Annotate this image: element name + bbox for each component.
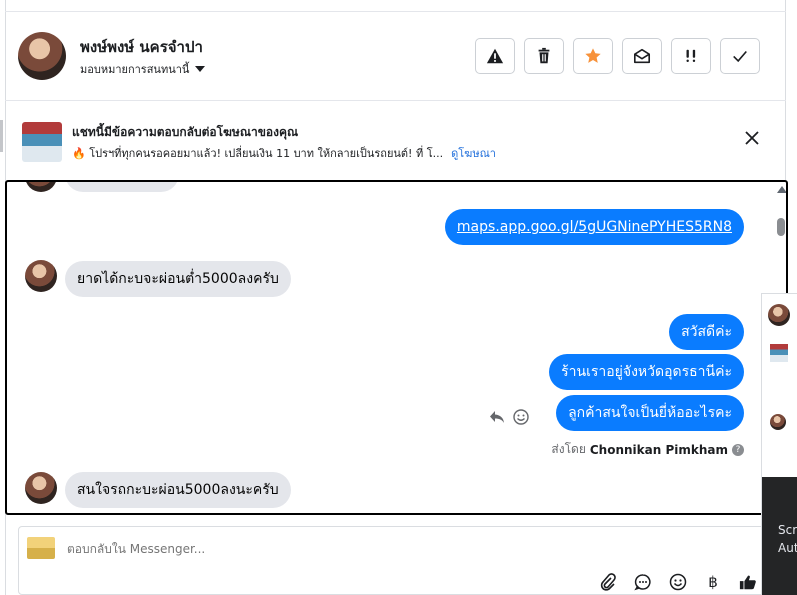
composer-tools: ฿ — [599, 573, 757, 591]
toast-text-line-2: Aut — [778, 541, 797, 555]
saved-replies-icon[interactable] — [634, 573, 652, 591]
avatar — [768, 304, 790, 326]
toast-text-line-1: Scr — [778, 523, 797, 537]
star-button[interactable] — [573, 38, 613, 74]
avatar — [25, 182, 57, 192]
divider — [5, 100, 786, 101]
sent-by-label: ส่งโดย Chonnikan Pimkham ? — [551, 440, 744, 459]
ad-thumbnail — [770, 344, 788, 362]
scroll-up-arrow[interactable] — [777, 186, 786, 193]
message-bubble-incoming[interactable]: ยาดได้กะบจะผ่อนต่ำ5000ลงครับ — [65, 261, 291, 297]
reply-icon[interactable] — [489, 410, 505, 424]
avatar — [25, 472, 57, 504]
view-ad-link[interactable]: ดูโฆษณา — [451, 147, 496, 160]
message-bubble-outgoing[interactable]: maps.app.goo.gl/5gUGNinePYHES5RN8 — [444, 209, 744, 245]
avatar — [770, 414, 786, 430]
conversation-header: พงษ์พงษ์ นครจำปา มอบหมายการสนทนานี้ — [18, 30, 778, 82]
reply-composer: ฿ — [18, 526, 766, 595]
ad-banner-title: แชทนี้มีข้อความตอบกลับต่อโฆษณาของคุณ — [72, 125, 299, 139]
thumbs-up-icon[interactable] — [739, 573, 757, 591]
reply-input[interactable] — [67, 542, 667, 556]
notification-toast[interactable]: Scr Aut — [762, 477, 797, 595]
ad-banner-subtitle: 🔥 โปรฯที่ทุกคนรอคอยมาแล้ว! เปลี่ยนเงิน 1… — [72, 144, 496, 162]
sender-name: Chonnikan Pimkham — [589, 442, 728, 457]
mark-unread-button[interactable] — [622, 38, 662, 74]
message-list[interactable]: maps.app.goo.gl/5gUGNinePYHES5RN8 ยาดได้… — [5, 180, 788, 515]
trash-icon — [538, 47, 550, 64]
page-logo — [27, 537, 55, 559]
ad-text: 🔥 โปรฯที่ทุกคนรอคอยมาแล้ว! เปลี่ยนเงิน 1… — [72, 147, 444, 160]
caret-down-icon — [195, 66, 206, 72]
assign-label: มอบหมายการสนทนานี้ — [80, 63, 190, 76]
ad-thumbnail[interactable] — [22, 122, 62, 162]
avatar[interactable] — [18, 32, 66, 80]
mark-done-button[interactable] — [720, 38, 760, 74]
close-banner-button[interactable] — [742, 128, 762, 148]
message-bubble-outgoing[interactable]: ร้านเราอยู่จังหวัดอุดรธานีค่ะ — [549, 354, 744, 390]
delete-button[interactable] — [524, 38, 564, 74]
avatar — [25, 260, 57, 292]
message-bubble-incoming[interactable]: สนใจรถกะบะผ่อน5000ลงนะครับ — [65, 472, 291, 508]
sent-by-prefix: ส่งโดย — [551, 442, 586, 456]
emoji-react-icon[interactable] — [513, 409, 529, 425]
close-icon — [745, 131, 759, 145]
attachment-icon[interactable] — [599, 573, 617, 591]
done-icon — [733, 50, 747, 63]
emoji-icon[interactable] — [669, 573, 687, 591]
message-bubble-outgoing[interactable]: ลูกค้าสนใจเป็นยี่ห้ออะไรคะ — [556, 395, 744, 431]
header-actions — [475, 38, 760, 74]
payment-icon[interactable]: ฿ — [704, 573, 722, 591]
priority-icon — [686, 49, 696, 62]
scrollbar-thumb[interactable] — [777, 218, 785, 236]
help-icon[interactable]: ? — [732, 443, 744, 456]
ad-reply-banner: แชทนี้มีข้อความตอบกลับต่อโฆษณาของคุณ 🔥 โ… — [22, 120, 767, 164]
message-actions — [489, 409, 529, 425]
mark-spam-button[interactable] — [475, 38, 515, 74]
mark-unread-icon — [633, 48, 651, 64]
panel-resize-handle[interactable] — [0, 120, 3, 152]
star-icon — [585, 48, 601, 63]
warning-icon — [486, 48, 504, 64]
secondary-chat-window[interactable]: Scr Aut — [761, 293, 797, 595]
page: พงษ์พงษ์ นครจำปา มอบหมายการสนทนานี้ แชทน… — [0, 0, 797, 595]
message-bubble-incoming[interactable] — [65, 182, 179, 192]
follow-up-button[interactable] — [671, 38, 711, 74]
divider — [5, 11, 786, 12]
message-bubble-outgoing[interactable]: สวัสดีค่ะ — [669, 314, 744, 350]
assign-conversation-dropdown[interactable]: มอบหมายการสนทนานี้ — [80, 60, 206, 78]
contact-name[interactable]: พงษ์พงษ์ นครจำปา — [80, 35, 203, 59]
